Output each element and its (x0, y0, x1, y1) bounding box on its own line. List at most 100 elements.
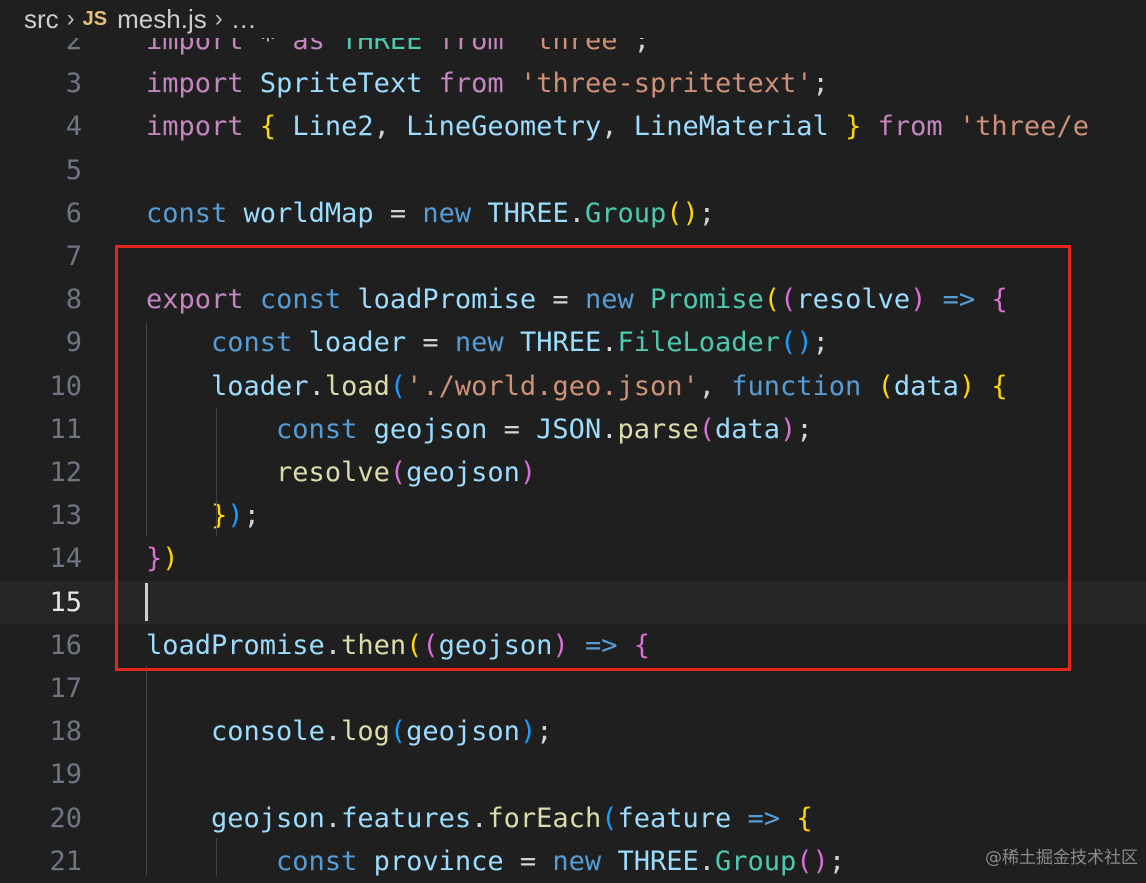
code-token: ( (763, 284, 781, 316)
code-token: ( (389, 716, 407, 748)
code-token: ) (519, 716, 537, 748)
code-token: () (796, 845, 829, 877)
line-number: 18 (49, 716, 82, 748)
code-token: => (942, 284, 976, 316)
code-text: const loader = new THREE.FileLoader(); (146, 321, 829, 364)
code-line[interactable]: 17 (0, 667, 1146, 710)
code-line[interactable]: 8 export const loadPromise = new Promise(… (0, 278, 1146, 321)
code-token: const (276, 845, 358, 877)
code-token: new (552, 845, 602, 877)
breadcrumb-symbols[interactable]: … (231, 4, 257, 35)
code-token: ) (162, 543, 179, 575)
code-token: THREE (519, 327, 602, 359)
code-token: geojson (373, 413, 488, 445)
code-text: geojson.features.forEach(feature => { (146, 797, 813, 840)
code-token: Group (715, 845, 797, 877)
code-line[interactable]: 18 console.log(geojson); (0, 710, 1146, 753)
code-token: Line2 (292, 111, 374, 143)
code-token: ( (877, 370, 894, 402)
code-token: from (877, 111, 943, 143)
indent-guide (216, 408, 217, 536)
code-token: , (601, 111, 634, 143)
code-token: geojson (406, 457, 520, 488)
watermark: @稀土掘金技术社区 (985, 848, 1138, 868)
code-line[interactable]: 14}) (0, 537, 1146, 580)
code-token: , (698, 370, 732, 402)
code-line[interactable]: 12 resolve(geojson) (0, 451, 1146, 494)
breadcrumb: src › JS mesh.js › … (0, 0, 1146, 38)
code-token: const (146, 197, 228, 229)
code-editor[interactable]: 2 import * as THREE from 'three'; 3 import … (0, 0, 1146, 877)
code-line[interactable]: 21 const province = new THREE.Group(); (0, 840, 1146, 883)
code-text: }) (146, 537, 179, 580)
line-number: 4 (65, 111, 82, 143)
code-token: ( (601, 802, 618, 834)
code-line[interactable]: 15 (0, 580, 1146, 624)
breadcrumb-folder[interactable]: src (24, 4, 59, 35)
code-line[interactable]: 16 loadPromise.then((geojson) => { (0, 624, 1146, 667)
code-token: ; (828, 845, 846, 877)
indent-guide (146, 665, 147, 876)
code-token: forEach (487, 802, 602, 834)
code-token: features (341, 802, 472, 834)
code-line[interactable]: 7 (0, 235, 1146, 278)
code-line[interactable]: 9 const loader = new THREE.FileLoader(); (0, 321, 1146, 364)
code-token: loader (308, 327, 407, 359)
line-number: 9 (65, 327, 82, 359)
code-token: JSON (536, 413, 602, 445)
code-line[interactable]: 11 const geojson = JSON.parse(data); (0, 408, 1146, 451)
line-number: 10 (49, 370, 82, 402)
code-token: THREE (617, 845, 699, 877)
code-token: ) (227, 500, 244, 532)
code-line[interactable]: 19 (0, 753, 1146, 796)
code-text: loader.load('./world.geo.json', function… (146, 365, 1008, 408)
code-text: import SpriteText from 'three-spritetext… (146, 62, 829, 105)
chevron-right-icon: › (214, 5, 223, 32)
code-token: data (715, 413, 781, 445)
line-number: 21 (49, 845, 82, 877)
code-token: const (211, 327, 293, 359)
code-line[interactable]: 20 geojson.features.forEach(feature => { (0, 797, 1146, 840)
code-line[interactable]: 4 import { Line2, LineGeometry, LineMater… (0, 105, 1146, 148)
code-token: parse (617, 413, 699, 445)
line-number: 19 (49, 759, 82, 791)
code-token: = (487, 413, 537, 445)
code-token: feature (617, 802, 732, 834)
code-line[interactable]: 6 const worldMap = new THREE.Group(); (0, 192, 1146, 235)
code-token: geojson (406, 716, 520, 748)
code-line[interactable]: 13 }); (0, 494, 1146, 537)
code-token: } (845, 111, 862, 143)
line-number: 20 (49, 802, 82, 834)
code-token: ) (910, 284, 927, 316)
code-token: () (780, 327, 813, 359)
code-line[interactable]: 3 import SpriteText from 'three-spritetex… (0, 62, 1146, 105)
code-token: = (503, 845, 553, 877)
breadcrumb-file[interactable]: mesh.js (117, 4, 207, 35)
code-token: loader (211, 370, 309, 402)
code-token: Promise (650, 284, 764, 316)
code-line[interactable]: 5 (0, 149, 1146, 192)
code-line[interactable]: 10 loader.load('./world.geo.json', funct… (0, 365, 1146, 408)
code-token: ; (812, 327, 829, 359)
code-token: => (584, 629, 618, 661)
code-token: const (276, 413, 358, 445)
code-token: ; (243, 500, 260, 532)
code-token: console (211, 716, 325, 748)
